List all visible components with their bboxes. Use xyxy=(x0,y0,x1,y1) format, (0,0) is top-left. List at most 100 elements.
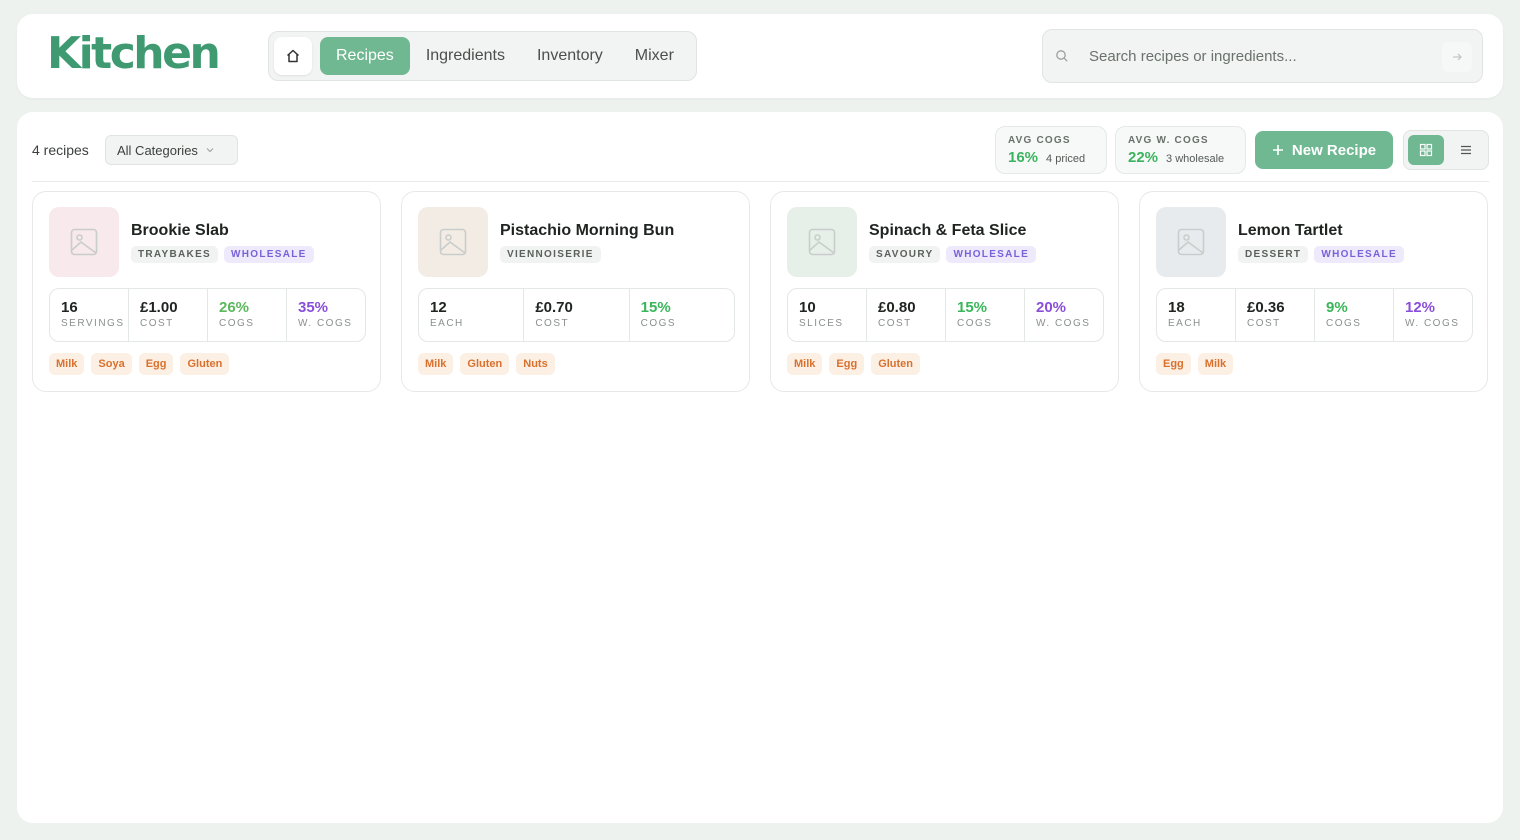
metric-label: SLICES xyxy=(799,318,844,329)
recipe-thumbnail xyxy=(787,207,857,277)
metric-value: 12% xyxy=(1405,299,1436,316)
recipe-thumbnail xyxy=(49,207,119,277)
image-placeholder-icon xyxy=(439,228,467,256)
metric-cell: £0.70 COST xyxy=(524,289,630,341)
allergen-list: Egg Milk xyxy=(1156,353,1234,375)
tab-recipes[interactable]: Recipes xyxy=(320,37,410,75)
recipe-tags: SAVOURY WHOLESALE xyxy=(869,246,1037,263)
recipe-count: 4 recipes xyxy=(32,142,89,158)
metric-label: W. COGS xyxy=(1036,318,1091,329)
app-logo[interactable]: Kitchen xyxy=(47,28,221,80)
metric-cell: 12 EACH xyxy=(419,289,525,341)
search-input[interactable] xyxy=(1089,40,1429,72)
recipe-title: Spinach & Feta Slice xyxy=(869,222,1027,239)
wholesale-tag: WHOLESALE xyxy=(946,246,1037,263)
avg-wcogs-value: 22% xyxy=(1128,149,1159,166)
metric-label: SERVINGS xyxy=(61,318,125,329)
avg-cogs-stat: AVG COGS 16% 4 priced xyxy=(995,126,1107,174)
recipe-card[interactable]: Pistachio Morning Bun VIENNOISERIE 12 EAC… xyxy=(401,191,750,392)
search-submit-button[interactable] xyxy=(1442,42,1472,72)
category-select[interactable]: All Categories xyxy=(105,135,238,165)
avg-wcogs-stat: AVG W. COGS 22% 3 wholesale xyxy=(1115,126,1246,174)
metric-value: 10 xyxy=(799,299,816,316)
search-icon xyxy=(1056,50,1068,62)
metric-label: W. COGS xyxy=(298,318,353,329)
metric-cell: £0.80 COST xyxy=(867,289,946,341)
home-button[interactable] xyxy=(274,37,312,75)
metric-label: COGS xyxy=(1326,318,1362,329)
allergen-tag: Egg xyxy=(138,353,174,375)
metric-cell: 15% COGS xyxy=(630,289,734,341)
recipe-metrics: 10 SLICES £0.80 COST 15% COGS 20% W. COGS xyxy=(787,288,1104,342)
metric-value: 35% xyxy=(298,299,329,316)
metric-value: 15% xyxy=(640,299,671,316)
metric-cell: 20% W. COGS xyxy=(1025,289,1103,341)
metric-cell: 16 SERVINGS xyxy=(50,289,129,341)
category-tag: VIENNOISERIE xyxy=(500,246,601,263)
allergen-list: Milk Gluten Nuts xyxy=(418,353,555,375)
list-icon xyxy=(1461,145,1471,155)
metric-label: COST xyxy=(878,318,912,329)
tab-inventory[interactable]: Inventory xyxy=(521,37,619,75)
metric-label: EACH xyxy=(430,318,464,329)
metric-cell: 26% COGS xyxy=(208,289,287,341)
allergen-tag: Egg xyxy=(1156,353,1191,375)
plus-icon xyxy=(1272,145,1283,155)
metric-cell: 18 EACH xyxy=(1157,289,1236,341)
allergen-tag: Milk xyxy=(49,353,85,375)
recipe-card[interactable]: Spinach & Feta Slice SAVOURY WHOLESALE 10… xyxy=(770,191,1119,392)
allergen-tag: Soya xyxy=(91,353,132,375)
metric-cell: £0.36 COST xyxy=(1236,289,1315,341)
metric-value: £0.36 xyxy=(1247,299,1285,316)
category-tag: DESSERT xyxy=(1238,246,1309,263)
recipes-toolbar: 4 recipes All Categories AVG COGS 16% 4 … xyxy=(32,126,1489,182)
tab-mixer[interactable]: Mixer xyxy=(619,37,690,75)
grid-view-button[interactable] xyxy=(1408,135,1444,165)
metric-value: £0.80 xyxy=(878,299,916,316)
metric-value: 18 xyxy=(1168,299,1185,316)
new-recipe-button[interactable]: New Recipe xyxy=(1255,131,1393,169)
allergen-tag: Milk xyxy=(418,353,454,375)
metric-cell: 12% W. COGS xyxy=(1394,289,1472,341)
metric-cell: 10 SLICES xyxy=(788,289,867,341)
metric-label: EACH xyxy=(1168,318,1202,329)
recipe-card[interactable]: Brookie Slab TRAYBAKES WHOLESALE 16 SERVIN… xyxy=(32,191,381,392)
main-nav: Recipes Ingredients Inventory Mixer xyxy=(268,31,697,81)
allergen-tag: Gluten xyxy=(460,353,510,375)
allergen-tag: Milk xyxy=(787,353,823,375)
recipe-thumbnail xyxy=(1156,207,1226,277)
image-placeholder-icon xyxy=(1177,228,1205,256)
app-header: Kitchen Recipes Ingredients Inventory Mi… xyxy=(17,14,1503,98)
recipe-title: Pistachio Morning Bun xyxy=(500,222,675,239)
metric-cell: £1.00 COST xyxy=(129,289,208,341)
tab-ingredients[interactable]: Ingredients xyxy=(410,37,521,75)
metric-label: COGS xyxy=(640,318,677,329)
avg-cogs-label: AVG COGS xyxy=(1008,135,1071,146)
metric-value: 12 xyxy=(430,299,447,316)
metric-cell: 9% COGS xyxy=(1315,289,1394,341)
metric-value: £1.00 xyxy=(140,299,178,316)
metric-value: 15% xyxy=(957,299,988,316)
metric-label: COST xyxy=(535,318,570,329)
recipe-metrics: 12 EACH £0.70 COST 15% COGS xyxy=(418,288,735,342)
image-placeholder-icon xyxy=(70,228,98,256)
metric-cell: 35% W. COGS xyxy=(287,289,365,341)
allergen-tag: Gluten xyxy=(871,353,921,375)
recipe-card[interactable]: Lemon Tartlet DESSERT WHOLESALE 18 EACH £0.… xyxy=(1139,191,1488,392)
metric-value: 16 xyxy=(61,299,78,316)
metric-label: COST xyxy=(1247,318,1281,329)
metric-value: 26% xyxy=(219,299,250,316)
recipe-title: Lemon Tartlet xyxy=(1238,222,1343,239)
list-view-button[interactable] xyxy=(1448,135,1484,165)
metric-cell: 15% COGS xyxy=(946,289,1025,341)
recipe-tags: DESSERT WHOLESALE xyxy=(1238,246,1404,263)
image-placeholder-icon xyxy=(808,228,836,256)
metric-value: 20% xyxy=(1036,299,1067,316)
arrow-right-icon xyxy=(1453,53,1462,61)
metric-value: £0.70 xyxy=(535,299,573,316)
wholesale-tag: WHOLESALE xyxy=(1314,246,1404,263)
category-select-value: All Categories xyxy=(117,142,198,158)
recipe-tags: VIENNOISERIE xyxy=(500,246,601,263)
category-tag: SAVOURY xyxy=(869,246,941,263)
chevron-down-icon xyxy=(206,148,214,153)
